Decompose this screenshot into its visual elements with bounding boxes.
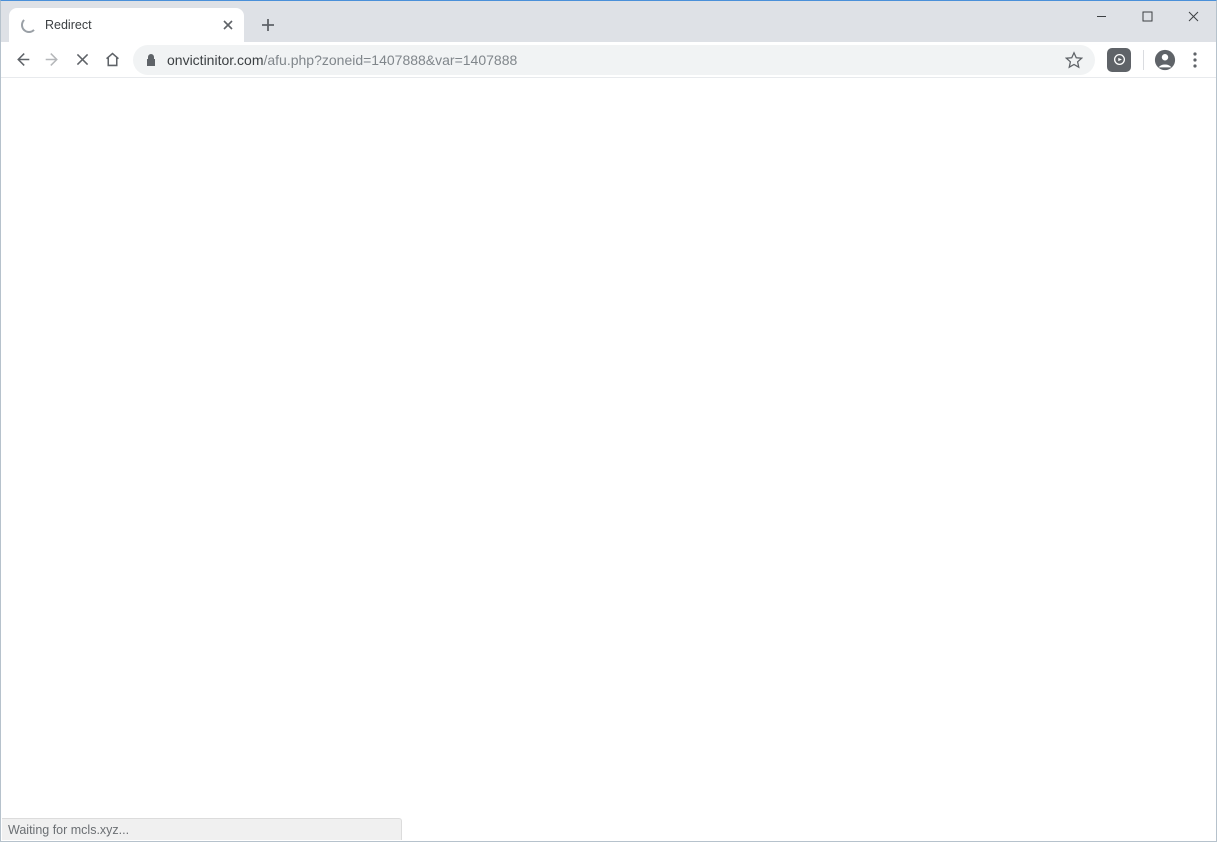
new-tab-button[interactable] xyxy=(254,11,282,39)
bookmark-star-button[interactable] xyxy=(1065,51,1083,69)
forward-button[interactable] xyxy=(37,45,67,75)
separator xyxy=(1143,50,1144,70)
loading-spinner-icon xyxy=(21,17,37,33)
stop-reload-button[interactable] xyxy=(67,45,97,75)
minimize-button[interactable] xyxy=(1078,1,1124,31)
status-text: Waiting for mcls.xyz... xyxy=(8,823,129,837)
profile-button[interactable] xyxy=(1150,45,1180,75)
extension-icon[interactable] xyxy=(1107,48,1131,72)
back-button[interactable] xyxy=(7,45,37,75)
toolbar: onvictinitor.com/afu.php?zoneid=1407888&… xyxy=(1,42,1216,78)
tab-strip: Redirect xyxy=(1,1,1216,42)
chrome-menu-button[interactable] xyxy=(1180,45,1210,75)
close-window-button[interactable] xyxy=(1170,1,1216,31)
url-domain: onvictinitor.com xyxy=(167,52,263,68)
tab-title: Redirect xyxy=(45,18,220,32)
address-bar[interactable]: onvictinitor.com/afu.php?zoneid=1407888&… xyxy=(133,45,1095,75)
status-bar: Waiting for mcls.xyz... xyxy=(2,818,402,840)
window-controls xyxy=(1078,1,1216,31)
url-text: onvictinitor.com/afu.php?zoneid=1407888&… xyxy=(167,52,1057,68)
tab-close-button[interactable] xyxy=(220,17,236,33)
page-content xyxy=(2,78,1215,840)
browser-tab[interactable]: Redirect xyxy=(9,8,244,42)
home-button[interactable] xyxy=(97,45,127,75)
maximize-button[interactable] xyxy=(1124,1,1170,31)
url-path: /afu.php?zoneid=1407888&var=1407888 xyxy=(263,52,517,68)
lock-icon xyxy=(145,53,157,67)
